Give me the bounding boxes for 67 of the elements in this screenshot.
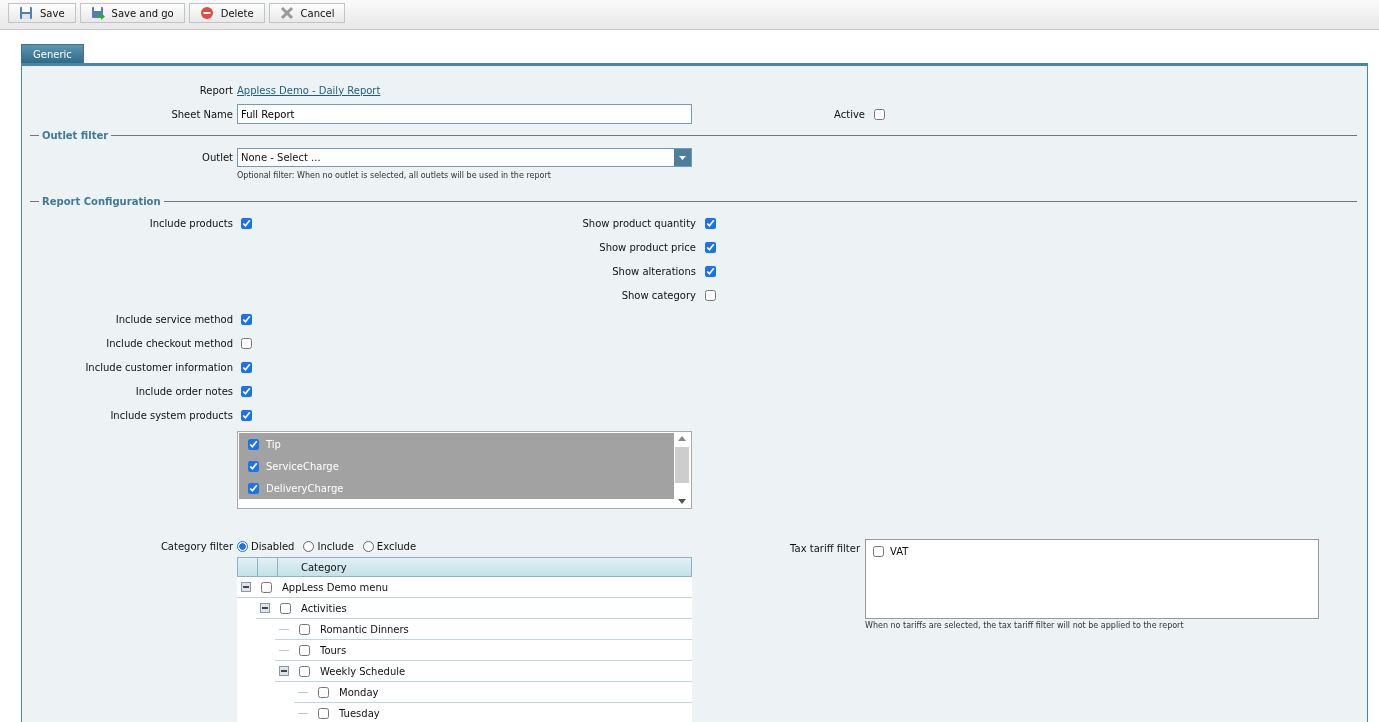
- checkbox[interactable]: [241, 313, 252, 325]
- radio-option[interactable]: Exclude: [362, 540, 417, 552]
- hint-text: Optional filter: When no outlet is selected, all outlets will be used in the report: [237, 171, 552, 180]
- checkbox[interactable]: [705, 289, 716, 301]
- field-label: Include service method: [114, 313, 234, 325]
- tab[interactable]: Generic: [21, 44, 84, 63]
- tree-item[interactable]: Romantic Dinners: [320, 623, 409, 635]
- tree-item[interactable]: AppLess Demo menu: [282, 581, 389, 593]
- sheet-name-field[interactable]: Full Report: [237, 104, 692, 124]
- checkbox[interactable]: [299, 665, 310, 677]
- field-label: Include checkout method: [105, 337, 234, 349]
- checkbox[interactable]: [280, 602, 291, 614]
- field-label: Include system products: [109, 409, 234, 421]
- field-label: Category filter: [159, 540, 234, 552]
- tree-item[interactable]: Tuesday: [339, 707, 380, 719]
- checkbox[interactable]: [705, 265, 716, 277]
- checkbox[interactable]: [248, 482, 259, 494]
- toolbar-button[interactable]: Delete: [188, 3, 265, 23]
- toolbar-button[interactable]: Cancel: [268, 3, 346, 23]
- outlet-dropdown[interactable]: None - Select ...: [237, 147, 692, 167]
- field-label: Show alterations: [611, 265, 697, 277]
- tree-item[interactable]: Activities: [301, 602, 347, 614]
- checkbox[interactable]: [241, 337, 252, 349]
- checkbox[interactable]: [874, 108, 885, 120]
- collapse-icon[interactable]: [241, 582, 251, 592]
- field-label: Active: [833, 108, 866, 120]
- field-label: Outlet: [201, 151, 234, 163]
- radio-option[interactable]: Include: [303, 540, 354, 552]
- checkbox[interactable]: [248, 438, 259, 450]
- tree-item[interactable]: Tours: [320, 644, 347, 656]
- field-label: Sheet Name: [170, 108, 234, 120]
- checkbox[interactable]: [873, 546, 884, 557]
- field-label: Tax tariff filter: [789, 542, 861, 554]
- checkbox[interactable]: [299, 623, 310, 635]
- field-label: Report: [198, 84, 234, 96]
- collapse-icon[interactable]: [279, 666, 289, 676]
- field-label: Show product quantity: [581, 217, 697, 229]
- field-label: Show product price: [598, 241, 697, 253]
- checkbox[interactable]: [318, 707, 329, 719]
- checkbox[interactable]: [241, 409, 252, 421]
- list-item[interactable]: VAT: [873, 546, 1311, 557]
- checkbox[interactable]: [705, 241, 716, 253]
- hint-text: When no tariffs are selected, the tax tariff filter will not be applied to the report: [865, 621, 1185, 630]
- checkbox[interactable]: [705, 217, 716, 229]
- close-icon: [279, 6, 294, 20]
- section-legend: Outlet filter: [42, 130, 109, 141]
- minus-circle-icon: [199, 6, 214, 20]
- section-legend: Report Configuration: [42, 196, 161, 207]
- checkbox[interactable]: [299, 644, 310, 656]
- radio-option[interactable]: Disabled: [237, 540, 295, 552]
- field-label: Show category: [620, 289, 697, 301]
- toolbar-button[interactable]: Save: [8, 3, 76, 23]
- field-label: Include customer information: [84, 361, 234, 373]
- tree-item[interactable]: Weekly Schedule: [320, 665, 406, 677]
- report-link[interactable]: Appless Demo - Daily Report: [237, 84, 381, 96]
- toolbar-button[interactable]: Save and go: [79, 3, 185, 23]
- checkbox[interactable]: [241, 217, 252, 229]
- checkbox[interactable]: [241, 385, 252, 397]
- tree-item[interactable]: Monday: [339, 686, 379, 698]
- field-label: Include products: [148, 217, 234, 229]
- collapse-icon[interactable]: [260, 603, 270, 613]
- checkbox[interactable]: [318, 686, 329, 698]
- checkbox[interactable]: [241, 361, 252, 373]
- checkbox[interactable]: [261, 581, 272, 593]
- grid-header: Category: [237, 557, 692, 577]
- checkbox[interactable]: [248, 460, 259, 472]
- field-label: Include order notes: [134, 385, 234, 397]
